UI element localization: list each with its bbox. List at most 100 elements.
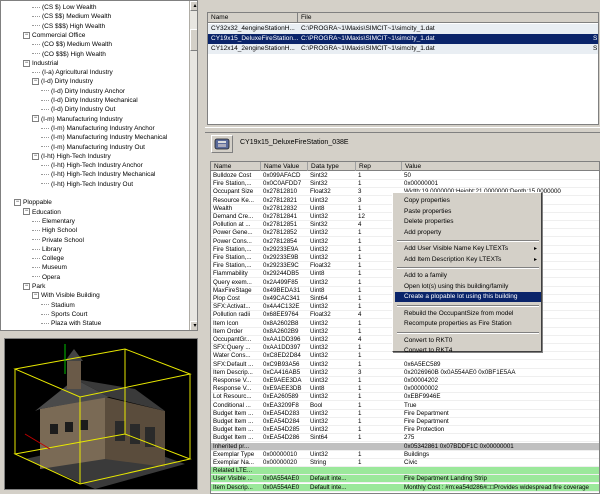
tree-item[interactable]: − (I-m) Manufacturing Industry [32, 115, 123, 124]
model-preview[interactable] [4, 338, 198, 490]
tree-item[interactable]: (I-m) Manufacturing Industry Mechanical [41, 133, 167, 142]
property-row[interactable]: Bulldoze Cost 0x099AFACD Sint32 1 50 [211, 172, 599, 180]
prop-id-cell: 0x29244DB5 [263, 270, 299, 278]
property-row[interactable]: Item Descrip... 0x0A554AE0 Default inte...… [211, 483, 599, 492]
file-list-row[interactable]: CY19x15_DeluxeFireStation... C:\PROGRA~1\… [208, 34, 598, 44]
property-row[interactable]: Budget Item ... 0xEA54D285 Uint32 1 Fire Pro… [211, 426, 599, 435]
column-header-value[interactable]: Value [402, 162, 599, 171]
tree-item[interactable]: − Park [23, 282, 45, 291]
tree-item[interactable]: (CS $$) Medium Wealth [32, 12, 111, 21]
tree-item[interactable]: Elementary [32, 217, 75, 226]
tree-item[interactable]: Library [32, 245, 62, 254]
property-row[interactable]: Item Descrip... 0xCA416AB5 Uint32 3 0x202696… [211, 369, 599, 377]
tree-item[interactable]: (I-d) Dirty Industry Out [41, 105, 115, 114]
tree-item[interactable]: (I-m) Manufacturing Industry Anchor [41, 124, 155, 133]
tree-item[interactable]: (I-ht) High-Tech Industry Out [41, 180, 133, 189]
property-row[interactable]: SFX:Default ... 0xC9B93A56 Uint32 1 0x6A5EC5… [211, 361, 599, 369]
collapse-toggle-icon[interactable]: − [23, 31, 30, 39]
file-list-row[interactable]: CY12x14_2engineStationH... C:\PROGRA~1\Ma… [208, 44, 598, 54]
context-menu-item[interactable]: Convert to RKT0 [395, 336, 541, 346]
file-list-row[interactable]: CY32x32_4engineStationH... C:\PROGRA~1\Ma… [208, 24, 598, 34]
collapse-toggle-icon[interactable]: − [23, 59, 30, 67]
tree-item[interactable]: Stadium [41, 301, 75, 310]
collapse-toggle-icon[interactable]: − [32, 292, 39, 300]
collapse-toggle-icon[interactable]: − [32, 78, 39, 86]
tree-item[interactable]: (I-a) Agricultural Industry [32, 68, 113, 77]
property-row[interactable]: Response V... 0xE9AEE3DA Uint32 1 0x00004202 [211, 377, 599, 385]
tree-item[interactable]: − Commercial Office [23, 31, 85, 40]
building-model-image [5, 339, 197, 489]
column-header-name[interactable]: Name [211, 162, 261, 171]
property-row[interactable]: Response V... 0xE9AEE3DB Uint8 1 0x00000002 [211, 385, 599, 394]
property-row[interactable]: Inherited pr... 0x05342861 0x07BDDF1C 0x0… [211, 442, 599, 451]
vertical-splitter[interactable] [200, 0, 205, 494]
collapse-toggle-icon[interactable]: − [23, 208, 30, 216]
property-row[interactable]: Budget Item ... 0xEA54D286 Sint64 1 275 [211, 434, 599, 443]
tree-item[interactable]: (I-ht) High-Tech Industry Anchor [41, 161, 143, 170]
context-menu-item[interactable]: Delete properties [395, 217, 541, 227]
category-tree[interactable]: Plaza with Statue Sports Court Stadium − Wit… [0, 0, 198, 331]
collapse-toggle-icon[interactable]: − [32, 152, 39, 160]
property-row[interactable]: Exemplar Na... 0x00000020 String 1 Civic [211, 459, 599, 467]
property-row[interactable]: Related LTE... [211, 467, 599, 476]
tree-item[interactable]: (CS $$$) High Wealth [32, 22, 105, 31]
property-row[interactable]: Exemplar Type 0x00000010 Uint32 1 Buildings [211, 451, 599, 459]
property-row[interactable]: Conditional ... 0xEA3209F8 Bool 1 True [211, 402, 599, 410]
tree-scrollbar[interactable]: ▴ ▾ [189, 1, 197, 330]
property-row[interactable]: Lot Resourc... 0xEA260589 Uint32 1 0xEBF9946… [211, 393, 599, 402]
column-header-file[interactable]: File [298, 13, 598, 23]
context-menu-item[interactable]: Add User Visible Name Key LTEXTs ▸ [395, 244, 541, 254]
scroll-down-icon[interactable]: ▾ [190, 321, 197, 330]
tree-item[interactable]: College [32, 254, 64, 263]
tree-item[interactable]: (I-d) Dirty Industry Mechanical [41, 96, 138, 105]
context-menu[interactable]: Copy properties Paste properties Delete pr… [392, 192, 542, 354]
tree-item[interactable]: (CS $) Low Wealth [32, 3, 96, 12]
prop-value-cell: Fire Department Landing Strip [404, 475, 487, 483]
context-menu-item[interactable]: Create a plopable lot using this buildin… [395, 292, 541, 302]
column-header-data-type[interactable]: Data type [308, 162, 356, 171]
collapse-toggle-icon[interactable]: − [32, 115, 39, 123]
column-header-name[interactable]: Name [208, 13, 298, 23]
scroll-thumb[interactable] [190, 29, 197, 51]
column-header-rep[interactable]: Rep [356, 162, 402, 171]
tree-item[interactable]: − (I-d) Dirty Industry [32, 77, 93, 86]
prop-value-cell: Fire Protection [404, 426, 445, 434]
horizontal-splitter[interactable] [205, 127, 600, 133]
tree-item[interactable]: Opera [32, 273, 60, 282]
tree-item[interactable]: (I-d) Dirty Industry Anchor [41, 87, 125, 96]
collapse-toggle-icon[interactable]: − [14, 199, 21, 207]
tree-item[interactable]: − Ploppable [14, 198, 52, 207]
tree-item[interactable]: − Industrial [23, 59, 58, 68]
context-menu-item[interactable]: Rebuild the OccupantSize from model [395, 309, 541, 319]
context-menu-item[interactable]: Recompute properties as Fire Station [395, 319, 541, 329]
context-menu-item[interactable]: Convert to RKT4 [395, 346, 541, 356]
tree-item[interactable]: (I-ht) High-Tech Industry Mechanical [41, 170, 155, 179]
tree-item[interactable]: Private School [32, 236, 84, 245]
collapse-toggle-icon[interactable]: − [23, 282, 30, 290]
tree-item[interactable]: − (I-ht) High-Tech Industry [32, 152, 111, 161]
property-row[interactable]: Budget Item ... 0xEA54D283 Uint32 1 Fire Dep… [211, 410, 599, 418]
property-row[interactable]: Budget Item ... 0xEA54D284 Uint32 1 Fire Dep… [211, 418, 599, 426]
property-row[interactable]: User Visible ... 0x0A554AE0 Default inte..… [211, 475, 599, 484]
tree-item[interactable]: High School [32, 226, 77, 235]
tree-item[interactable]: (CO $$) Medium Wealth [32, 40, 112, 49]
tree-item[interactable]: (CO $$$) High Wealth [32, 50, 106, 59]
tree-item[interactable]: (I-m) Manufacturing Industry Out [41, 143, 145, 152]
context-menu-item[interactable]: Add property [395, 228, 541, 238]
tree-connector [41, 90, 49, 92]
tree-item[interactable]: − With Visible Building [32, 291, 100, 300]
exemplar-tab[interactable] [211, 135, 233, 153]
column-header-name-value[interactable]: Name Value [261, 162, 308, 171]
context-menu-item[interactable]: Open lot(s) using this building/family [395, 282, 541, 292]
context-menu-item[interactable]: Copy properties [395, 196, 541, 206]
tree-item[interactable]: − Education [23, 208, 61, 217]
tree-item[interactable]: Sports Court [41, 310, 88, 319]
context-menu-item[interactable]: Add to a family [395, 271, 541, 281]
tree-item[interactable]: Museum [32, 263, 67, 272]
tree-item[interactable]: Plaza with Statue [41, 319, 101, 328]
context-menu-item[interactable]: Add Item Description Key LTEXTs ▸ [395, 255, 541, 265]
exemplar-file-list[interactable]: Name File CY32x32_4engineStationH... C:\P… [207, 12, 599, 125]
scroll-up-icon[interactable]: ▴ [190, 1, 197, 11]
context-menu-item[interactable]: Paste properties [395, 207, 541, 217]
property-row[interactable]: Fire Station,... 0x0C0AFDD7 Sint32 1 0x00000… [211, 180, 599, 189]
